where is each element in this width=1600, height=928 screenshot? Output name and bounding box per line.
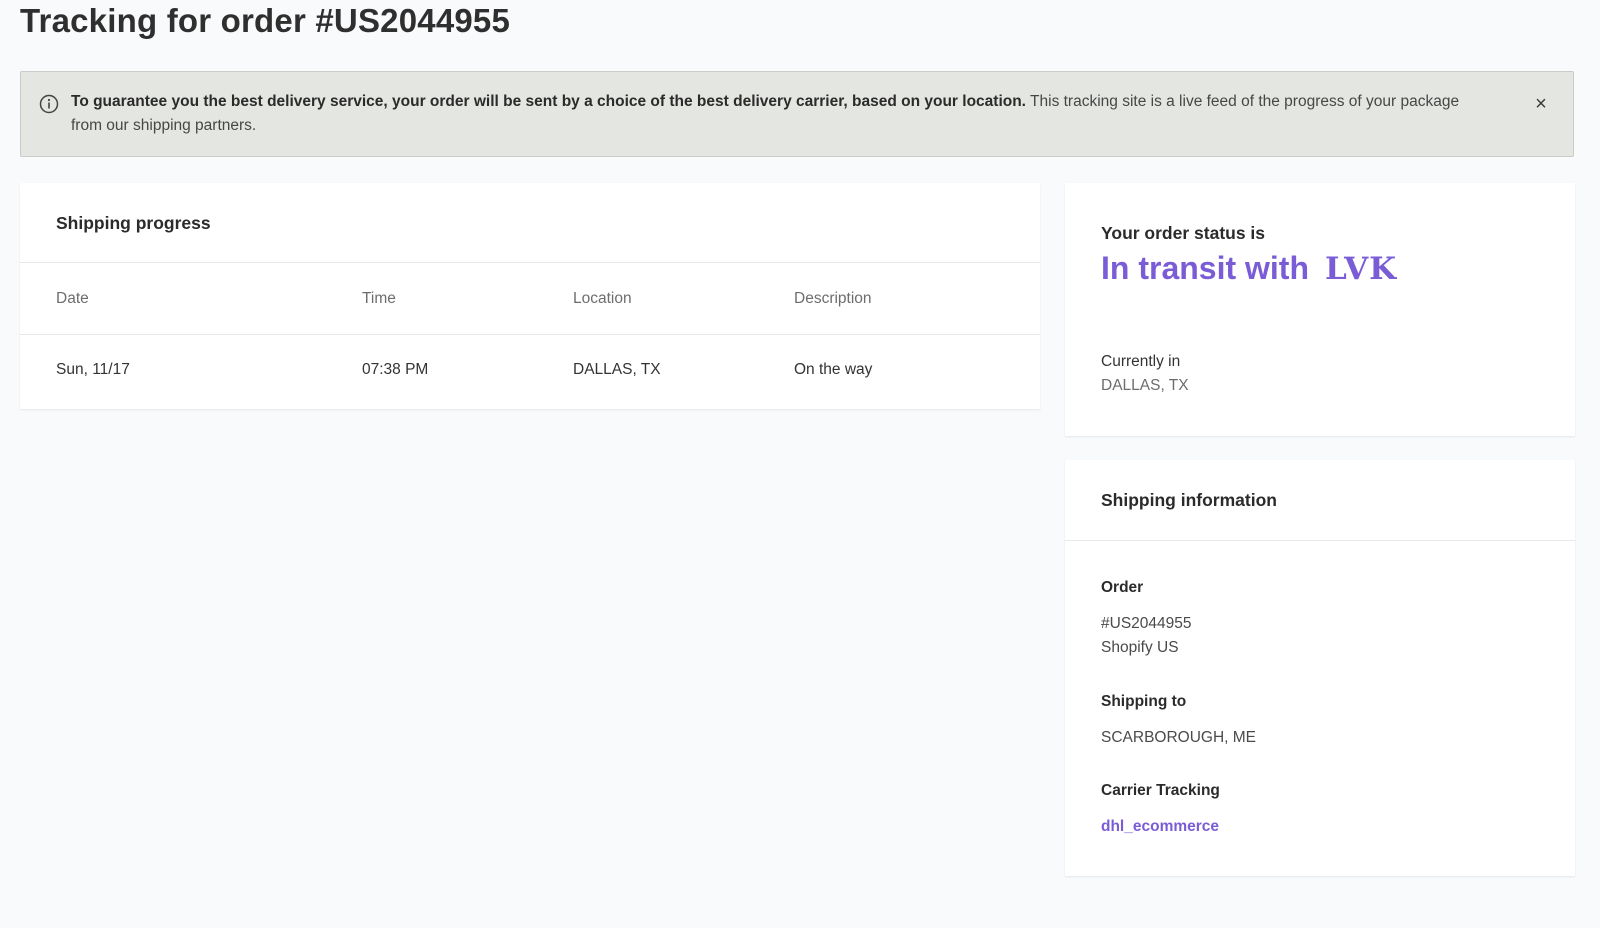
carrier-tracking-label: Carrier Tracking (1101, 782, 1220, 799)
close-icon[interactable]: × (1529, 92, 1553, 116)
order-number: #US2044955 (1101, 615, 1192, 632)
store-name: Shopify US (1101, 639, 1179, 656)
cell-date: Sun, 11/17 (56, 361, 130, 378)
shipping-to-label: Shipping to (1101, 693, 1187, 710)
banner-bold-text: To guarantee you the best delivery servi… (71, 93, 1026, 110)
column-header-description: Description (794, 290, 872, 307)
current-location-value: DALLAS, TX (1101, 377, 1189, 394)
banner-message: To guarantee you the best delivery servi… (71, 90, 1471, 138)
status-text: In transit with (1101, 250, 1309, 286)
tracking-page: Tracking for order #US2044955 To guarant… (0, 0, 1600, 928)
cell-description: On the way (794, 361, 873, 378)
shipping-to-value: SCARBOROUGH, ME (1101, 729, 1257, 746)
cell-time: 07:38 PM (362, 361, 429, 378)
carrier-logo: LVK (1325, 251, 1398, 287)
shipping-information-card: Shipping information Order #US2044955 Sh… (1065, 460, 1575, 876)
column-header-time: Time (362, 290, 396, 307)
divider (1065, 540, 1575, 541)
order-status-label: Your order status is (1101, 223, 1266, 243)
divider (20, 334, 1040, 335)
order-label: Order (1101, 579, 1144, 596)
column-header-location: Location (573, 290, 632, 307)
column-header-date: Date (56, 290, 89, 307)
shipping-progress-heading: Shipping progress (56, 213, 211, 233)
cell-location: DALLAS, TX (573, 361, 661, 378)
shipping-progress-card: Shipping progress Date Time Location Des… (20, 183, 1040, 409)
info-icon (39, 94, 59, 114)
page-title: Tracking for order #US2044955 (20, 2, 511, 39)
order-status-value: In transit with LVK (1101, 250, 1397, 287)
info-banner: To guarantee you the best delivery servi… (20, 71, 1574, 157)
current-location-label: Currently in (1101, 353, 1181, 370)
divider (20, 262, 1040, 263)
shipping-information-heading: Shipping information (1101, 490, 1277, 510)
order-status-card: Your order status is In transit with LVK… (1065, 183, 1575, 436)
carrier-tracking-link[interactable]: dhl_ecommerce (1101, 818, 1219, 836)
